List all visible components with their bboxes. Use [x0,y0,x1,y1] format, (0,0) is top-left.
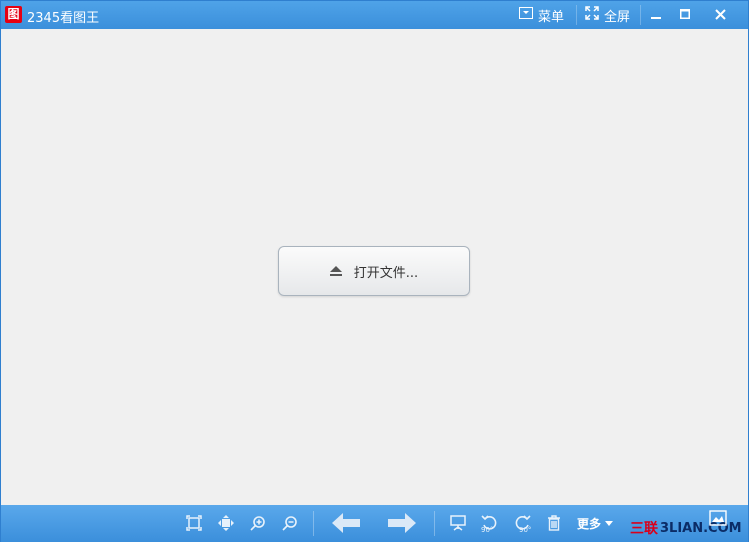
open-file-label: 打开文件... [353,265,419,281]
minimize-button[interactable] [641,1,671,27]
slideshow-icon [450,515,466,531]
fullscreen-label: 全屏 [604,9,631,25]
menu-button[interactable]: 菜单 [519,1,564,29]
arrow-left-icon [332,513,360,533]
fullscreen-icon [585,6,599,24]
fit-window-button[interactable] [183,512,205,534]
chevron-down-icon [605,521,614,526]
menu-icon [519,7,533,23]
title-bar[interactable]: 图 2345看图王 菜单 全屏 [1,1,748,29]
open-file-button[interactable]: 打开文件... [278,246,470,296]
zoom-in-button[interactable] [247,512,269,534]
rotate-left-badge: 90° [481,526,494,534]
zoom-out-icon [282,516,297,531]
maximize-icon [680,9,690,19]
rotate-right-badge: 90° [519,526,532,534]
trash-icon [548,515,560,531]
arrow-right-icon [388,513,416,533]
maximize-button[interactable] [670,1,700,27]
fit-window-icon [186,515,202,531]
close-button[interactable] [704,1,736,27]
close-icon [714,8,726,20]
rotate-right-button[interactable]: 90° [511,512,533,534]
image-viewport: 打开文件... [1,29,748,505]
slideshow-button[interactable] [447,512,469,534]
app-window: 图 2345看图王 菜单 全屏 打开文件... 90° 90° 更多 三联 3L… [0,0,749,542]
minimize-icon [651,17,661,19]
eject-icon [329,266,342,276]
toolbar-divider [313,511,314,536]
fullscreen-button[interactable]: 全屏 [585,1,630,29]
zoom-in-icon [250,516,265,531]
actual-size-button[interactable] [215,512,237,534]
app-title: 2345看图王 [27,11,100,26]
zoom-out-button[interactable] [279,512,301,534]
delete-button[interactable] [543,512,565,534]
rotate-left-button[interactable]: 90° [479,512,501,534]
more-label: 更多 [577,517,602,531]
actual-size-icon [218,515,234,531]
next-image-button[interactable] [387,512,417,534]
image-thumbnail-icon [709,510,727,526]
more-button[interactable]: 更多 [577,515,614,532]
watermark-part-a: 三联 [630,521,658,537]
titlebar-divider [576,5,577,25]
menu-label: 菜单 [538,9,565,25]
thumbnail-toggle-button[interactable] [709,510,731,530]
app-logo-icon: 图 [5,6,22,23]
previous-image-button[interactable] [331,512,361,534]
toolbar-divider [434,511,435,536]
